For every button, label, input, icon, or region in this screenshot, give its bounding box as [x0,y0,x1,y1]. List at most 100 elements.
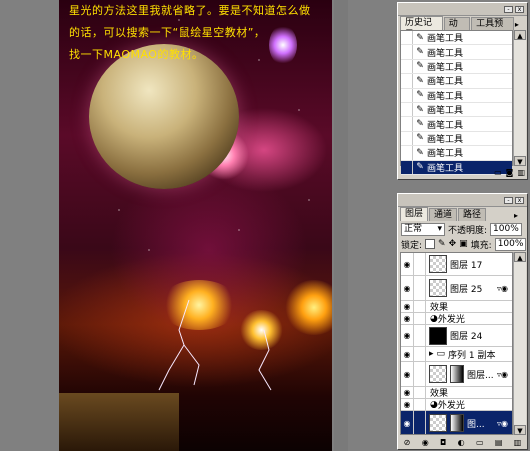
tab-paths[interactable]: 路径 [458,208,487,221]
new-group-icon[interactable]: ▭ [476,438,484,447]
add-style-icon[interactable]: ◉ [422,438,429,447]
scroll-up-icon[interactable]: ▲ [514,30,526,40]
blend-opacity-row: 正常 ▾ 不透明度: 100% [398,221,527,237]
eye-icon[interactable]: ◉ [401,325,414,346]
new-document-icon[interactable]: ▭ [494,168,502,177]
layer-row[interactable]: ◉ 图层 25 ▿◉ [401,276,512,301]
fill-label: 填充: [470,240,492,251]
layers-list: ◉ 图层 17 ◉ 图层 25 ▿◉ ◉ 效果 ◉ ◕ 外发光 ◉ 图层 24 … [400,252,513,435]
add-mask-icon[interactable]: ◘ [440,438,446,447]
history-item[interactable]: ✎ 画笔工具 [401,146,512,161]
layer-row-selected[interactable]: ◉ 图... ▿◉ [401,411,512,434]
brush-icon: ✎ [416,47,424,58]
layer-name: 图层 25 [450,284,483,295]
eye-icon[interactable]: ◉ [401,253,414,275]
trash-icon[interactable]: ▥ [514,438,522,447]
history-item[interactable]: ✎ 画笔工具 [401,131,512,147]
history-footer: ▭ ◙ ▥ [400,167,525,178]
layer-mask-thumbnail [450,414,464,432]
lock-transparency-checkbox[interactable] [425,239,436,249]
eye-icon[interactable]: ◉ [401,399,414,410]
layers-scrollbar[interactable]: ▲ ▼ [513,252,526,435]
eye-icon[interactable]: ◉ [401,276,414,300]
lock-pixels-icon[interactable]: ✎ [438,239,446,249]
group-name: 序列 1 副本 [448,350,496,361]
trash-icon[interactable]: ▥ [517,168,525,177]
minimize-icon[interactable]: - [504,196,513,204]
history-item[interactable]: ✎ 画笔工具 [401,74,512,89]
brush-icon: ✎ [416,61,424,72]
snapshot-icon[interactable]: ◙ [506,168,514,177]
brush-icon: ✎ [416,147,424,158]
effect-row[interactable]: ◉ ◕ 外发光 [401,313,512,325]
layer-name: 图层 17 [450,260,483,271]
layer-effects-icon[interactable]: ▿◉ [497,419,508,428]
tab-tool-presets[interactable]: 工具预设 [471,17,514,41]
brush-icon: ✎ [416,104,424,115]
close-icon[interactable]: x [515,5,524,13]
eye-icon[interactable]: ◉ [401,387,414,398]
adjustment-icon[interactable]: ◐ [458,438,465,447]
layer-thumbnail [429,279,447,297]
expand-arrow-icon[interactable]: ▸ [426,349,434,359]
lock-position-icon[interactable]: ✥ [449,239,457,249]
link-icon[interactable]: ⊘ [404,438,411,447]
layer-row[interactable]: ◉ 图层 17 [401,253,512,276]
outer-glow-icon: ◕ [430,313,438,324]
scroll-up-icon[interactable]: ▲ [514,252,526,262]
city-landscape [59,393,179,451]
new-layer-icon[interactable]: ▤ [495,438,503,447]
history-item[interactable]: ✎ 画笔工具 [401,31,512,46]
lock-row: 锁定: ✎ ✥ ▣ 填充: 100% [398,237,527,251]
history-item[interactable]: ✎ 画笔工具 [401,45,512,60]
history-tabs: 历史记录 动作 工具预设 ▸ [398,16,527,41]
brush-icon: ✎ [416,90,424,101]
effect-name: 外发光 [437,315,465,325]
eye-icon[interactable]: ◉ [401,347,414,361]
tab-channels[interactable]: 通道 [429,208,458,221]
panel-menu-icon[interactable]: ▸ [515,20,524,30]
layers-panel: - x 图层 通道 路径 ▸ 正常 ▾ 不透明度: 100% 锁定: ✎ ✥ ▣… [397,193,528,450]
tab-history[interactable]: 历史记录 [400,16,443,40]
opacity-input[interactable]: 100% [490,222,522,236]
eye-icon[interactable]: ◉ [401,313,414,324]
chevron-down-icon: ▾ [437,223,442,234]
history-item[interactable]: ✎ 画笔工具 [401,117,512,132]
history-item[interactable]: ✎ 画笔工具 [401,59,512,75]
layer-thumbnail [429,255,447,273]
fill-input[interactable]: 100% [494,237,527,251]
history-scrollbar[interactable]: ▲ ▼ [513,30,526,166]
eye-icon[interactable]: ◉ [401,362,414,386]
canvas-scrollbar[interactable] [334,0,348,451]
lightning [158,299,272,391]
eye-icon[interactable]: ◉ [401,411,414,434]
caption-line-2: 的话，可以搜索一下“鼠绘星空教材”， [69,26,266,39]
outer-glow-icon: ◕ [430,399,438,410]
layer-thumbnail [429,326,447,345]
layer-thumbnail [429,414,447,432]
panel-menu-icon[interactable]: ▸ [514,211,524,221]
layers-tabs: 图层 通道 路径 ▸ [398,207,527,221]
tab-actions[interactable]: 动作 [443,17,471,41]
group-row[interactable]: ◉ ▸ ▭ 序列 1 副本 [401,347,512,362]
scroll-down-icon[interactable]: ▼ [514,425,526,435]
close-icon[interactable]: x [515,196,524,204]
history-item[interactable]: ✎ 画笔工具 [401,102,512,118]
history-panel-titlebar[interactable]: - x [398,3,527,16]
effect-row[interactable]: ◉ ◕ 外发光 [401,399,512,411]
tab-layers[interactable]: 图层 [400,207,429,221]
layer-row[interactable]: ◉ 图层 24 [401,325,512,347]
image-canvas: 星光的方法这里我就省略了。要是不知道怎么做 的话，可以搜索一下“鼠绘星空教材”，… [59,0,332,451]
brush-icon: ✎ [416,32,424,43]
layer-effects-icon[interactable]: ▿◉ [497,284,508,293]
brush-icon: ✎ [416,119,424,130]
history-item[interactable]: ✎ 画笔工具 [401,88,512,103]
blend-mode-select[interactable]: 正常 ▾ [401,222,445,236]
layer-effects-icon[interactable]: ▿◉ [497,370,508,379]
scroll-down-icon[interactable]: ▼ [514,156,526,166]
lock-all-icon[interactable]: ▣ [459,239,468,249]
eye-icon[interactable]: ◉ [401,301,414,312]
minimize-icon[interactable]: - [504,5,513,13]
layers-panel-titlebar[interactable]: - x [398,194,527,207]
layer-row[interactable]: ◉ 图层... ▿◉ [401,362,512,387]
